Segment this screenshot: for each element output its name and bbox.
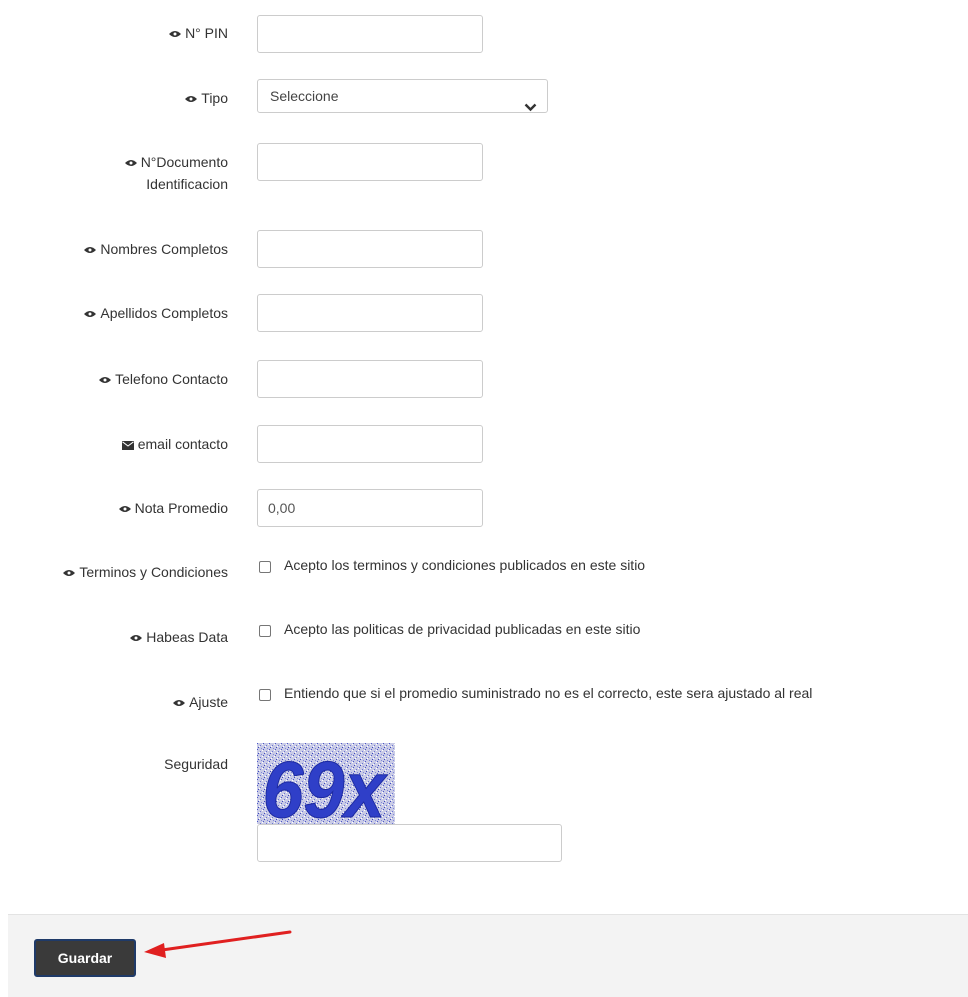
pin-input[interactable] [257,15,483,53]
ajuste-label: Ajuste [0,691,228,713]
nombres-label: Nombres Completos [0,238,228,260]
eye-icon [169,30,182,38]
nombres-label-text: Nombres Completos [100,241,228,257]
apellidos-label-text: Apellidos Completos [100,305,228,321]
tipo-label: Tipo [0,87,228,109]
ajuste-checkbox-text: Entiendo que si el promedio suministrado… [284,685,813,701]
seguridad-label-text: Seguridad [164,756,228,772]
eye-icon [124,159,137,167]
apellidos-input[interactable] [257,294,483,332]
email-label: email contacto [0,433,228,455]
eye-icon [173,699,186,707]
eye-icon [63,569,76,577]
documento-label-line2: Identificacion [146,176,228,192]
terminos-checkbox[interactable] [259,561,271,573]
chevron-down-icon [524,91,537,123]
nota-label-text: Nota Promedio [134,500,228,516]
pin-label: N° PIN [0,22,228,44]
eye-icon [185,95,198,103]
email-input[interactable] [257,425,483,463]
apellidos-label: Apellidos Completos [0,302,228,324]
eye-icon [130,634,143,642]
eye-icon [99,376,112,384]
eye-icon [118,505,131,513]
tipo-select[interactable]: Seleccione [257,79,548,113]
habeas-checkbox-text: Acepto las politicas de privacidad publi… [284,621,641,637]
telefono-input[interactable] [257,360,483,398]
tipo-selected-value: Seleccione [270,88,339,104]
habeas-checkbox[interactable] [259,625,271,637]
nombres-input[interactable] [257,230,483,268]
eye-icon [84,246,97,254]
nota-input[interactable] [257,489,483,527]
telefono-label-text: Telefono Contacto [115,371,228,387]
nota-label: Nota Promedio [0,497,228,519]
email-label-text: email contacto [137,436,228,452]
captcha-input[interactable] [257,824,562,862]
captcha-image: 69x [257,743,395,835]
documento-label-line1: N°Documento [140,154,228,170]
pin-label-text: N° PIN [185,25,228,41]
captcha-text: 69x [263,745,389,824]
telefono-label: Telefono Contacto [0,368,228,390]
terminos-checkbox-text: Acepto los terminos y condiciones public… [284,557,646,573]
tipo-label-text: Tipo [201,90,228,106]
documento-input[interactable] [257,143,483,181]
habeas-label: Habeas Data [0,626,228,648]
seguridad-label: Seguridad [0,753,228,775]
terminos-label-text: Terminos y Condiciones [79,564,228,580]
save-button[interactable]: Guardar [34,939,136,977]
ajuste-checkbox[interactable] [259,689,271,701]
habeas-label-text: Habeas Data [146,629,228,645]
envelope-icon [121,440,134,450]
arrow-icon [140,928,295,961]
ajuste-label-text: Ajuste [189,694,228,710]
terminos-label: Terminos y Condiciones [0,561,228,583]
documento-label: N°Documento Identificacion [0,151,228,195]
eye-icon [84,310,97,318]
